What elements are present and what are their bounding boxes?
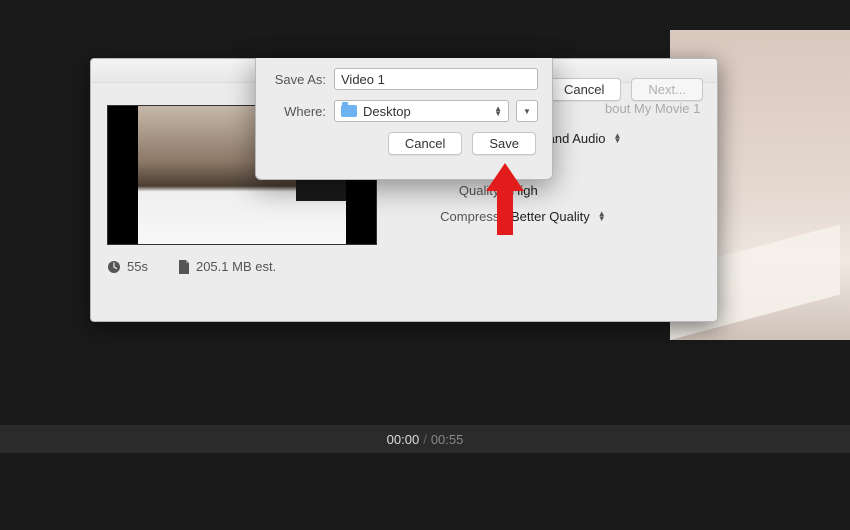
expand-button[interactable]: ▼	[516, 100, 538, 122]
save-as-row: Save As:	[270, 68, 538, 90]
where-row: Where: Desktop ▲▼ ▼	[270, 100, 538, 122]
where-value: Desktop	[363, 104, 411, 119]
sheet-save-button[interactable]: Save	[472, 132, 536, 155]
folder-icon	[341, 105, 357, 117]
time-total: 00:55	[431, 432, 464, 447]
quality-label: Quality:	[413, 183, 503, 198]
export-dialog-buttons: Cancel Next...	[547, 78, 703, 101]
duration-meta: 55s	[107, 259, 148, 274]
save-sheet-buttons: Cancel Save	[270, 132, 536, 155]
chevron-updown-icon: ▲▼	[494, 106, 502, 116]
quality-value[interactable]: High	[511, 183, 538, 198]
filesize-text: 205.1 MB est.	[196, 259, 276, 274]
export-cancel-button[interactable]: Cancel	[547, 78, 621, 101]
duration-text: 55s	[127, 259, 148, 274]
project-name: bout My Movie 1	[605, 101, 700, 116]
chevron-updown-icon[interactable]: ▲▼	[613, 133, 621, 143]
save-as-input[interactable]	[334, 68, 538, 90]
export-next-button[interactable]: Next...	[631, 78, 703, 101]
save-as-label: Save As:	[270, 72, 326, 87]
chevron-updown-icon[interactable]: ▲▼	[598, 211, 606, 221]
time-separator: /	[423, 432, 427, 447]
where-label: Where:	[270, 104, 326, 119]
where-select[interactable]: Desktop ▲▼	[334, 100, 509, 122]
app-stage: 00:00 / 00:55 File 55s	[0, 0, 850, 530]
sheet-cancel-button[interactable]: Cancel	[388, 132, 462, 155]
quality-row: Quality: High	[413, 180, 700, 200]
file-icon	[178, 260, 190, 274]
chevron-down-icon: ▼	[523, 107, 531, 116]
compress-value[interactable]: Better Quality	[511, 209, 590, 224]
compress-row: Compress: Better Quality ▲▼	[413, 206, 700, 226]
filesize-meta: 205.1 MB est.	[178, 259, 276, 274]
save-sheet: Save As: Where: Desktop ▲▼ ▼ Cancel Save	[255, 58, 553, 180]
clock-icon	[107, 260, 121, 274]
time-current: 00:00	[387, 432, 420, 447]
thumbnail-meta: 55s 205.1 MB est.	[107, 259, 276, 274]
timeline-bar[interactable]: 00:00 / 00:55	[0, 425, 850, 453]
compress-label: Compress:	[413, 209, 503, 224]
